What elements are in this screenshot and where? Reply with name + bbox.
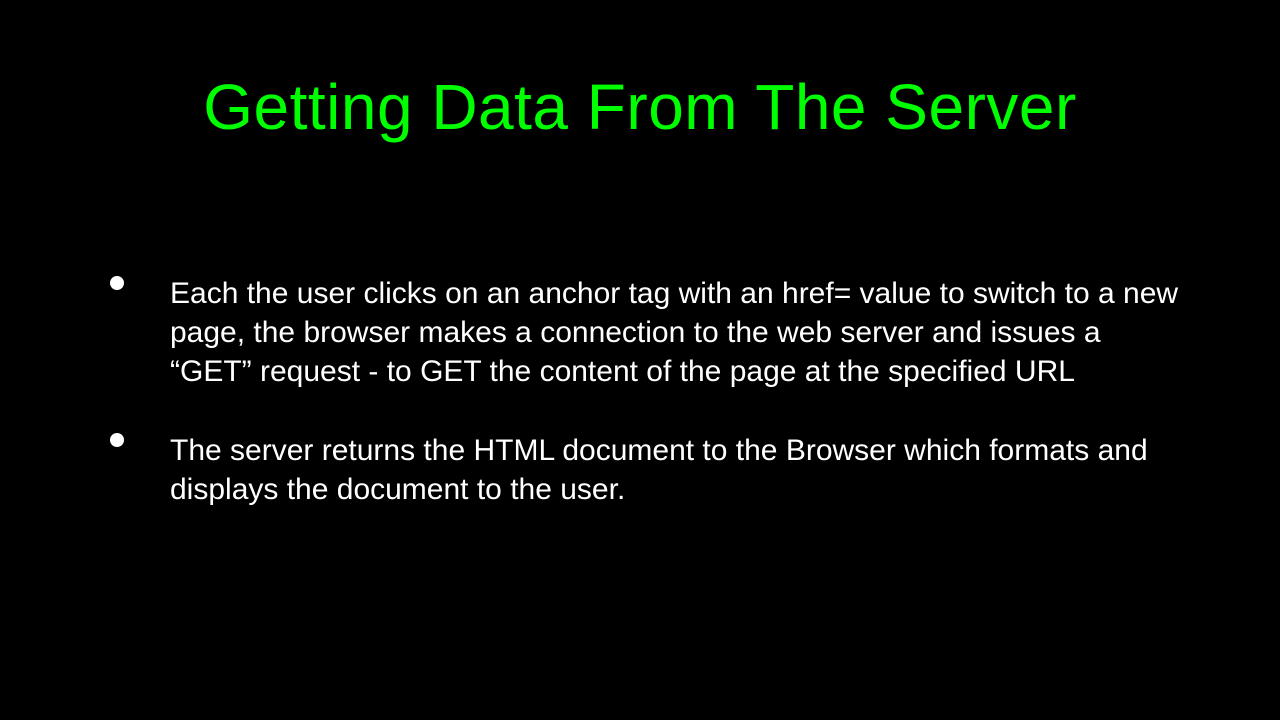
bullet-text: Each the user clicks on an anchor tag wi… [170,277,1178,388]
slide-title: Getting Data From The Server [90,70,1190,144]
slide-container: Getting Data From The Server Each the us… [0,0,1280,720]
bullet-text: The server returns the HTML document to … [170,434,1148,506]
bullet-icon [110,433,124,447]
list-item: Each the user clicks on an anchor tag wi… [110,274,1190,391]
list-item: The server returns the HTML document to … [110,431,1190,509]
bullet-list: Each the user clicks on an anchor tag wi… [90,274,1190,509]
bullet-icon [110,276,124,290]
